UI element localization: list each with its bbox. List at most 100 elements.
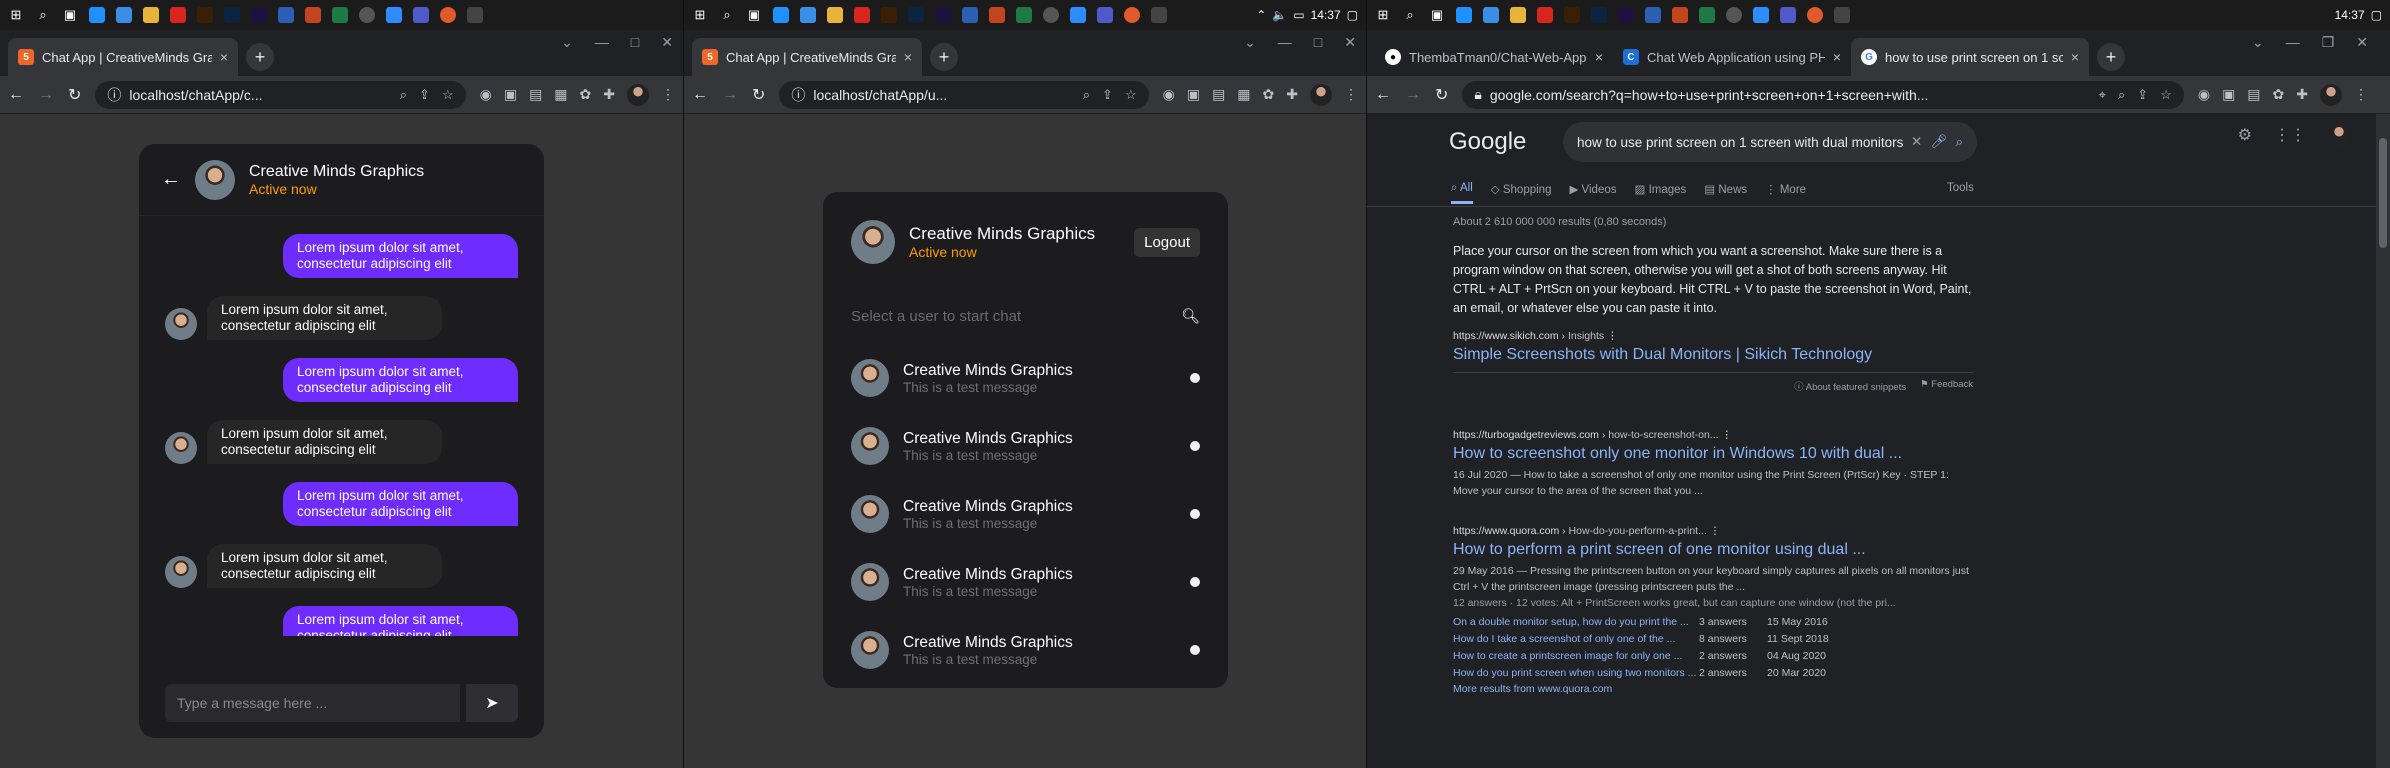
more-options-icon[interactable]: ⋮	[1721, 429, 1732, 441]
back-icon[interactable]: ←	[1375, 86, 1391, 104]
premiere-icon[interactable]	[1614, 4, 1638, 26]
store-icon[interactable]	[796, 4, 820, 26]
send-button[interactable]: ➤	[466, 684, 518, 722]
maximize-icon[interactable]: □	[1314, 34, 1322, 51]
windows-start-icon[interactable]: ⊞	[4, 4, 28, 26]
apps-grid-icon[interactable]: ⋮⋮	[2274, 125, 2306, 145]
reload-icon[interactable]: ↻	[1435, 85, 1448, 105]
lock-icon[interactable]: ▣	[504, 86, 517, 103]
tools-button[interactable]: Tools	[1947, 182, 1974, 194]
tab-videos[interactable]: ▶ Videos	[1569, 182, 1616, 204]
account-avatar[interactable]	[2328, 124, 2350, 146]
tab-google-search[interactable]: G how to use print screen on 1 scre ×	[1851, 38, 2089, 76]
share-icon[interactable]: ⇪	[1102, 87, 1113, 103]
extension-icon[interactable]: ▤	[2247, 86, 2260, 103]
teams-icon[interactable]	[409, 4, 433, 26]
tab-chat-app[interactable]: 5 Chat App | CreativeMinds Graphics ×	[692, 38, 922, 76]
app-icon[interactable]	[1120, 4, 1144, 26]
forward-icon[interactable]: →	[38, 86, 54, 104]
puzzle-icon[interactable]: ✚	[1286, 86, 1298, 103]
close-icon[interactable]: ×	[2071, 49, 2079, 65]
photoshop-icon[interactable]	[904, 4, 928, 26]
star-icon[interactable]: ☆	[442, 87, 454, 103]
folder-icon[interactable]	[139, 4, 163, 26]
volume-icon[interactable]: 🔈	[1272, 8, 1287, 22]
illustrator-icon[interactable]	[1560, 4, 1584, 26]
extension-icon[interactable]: ▦	[1237, 86, 1250, 103]
search-icon[interactable]: ⌕	[400, 87, 407, 103]
edge-icon[interactable]	[85, 4, 109, 26]
feedback-link[interactable]: ⚑ Feedback	[1920, 379, 1973, 393]
logout-button[interactable]: Logout	[1134, 227, 1200, 257]
extension-icon[interactable]: ◉	[1163, 86, 1175, 103]
star-icon[interactable]: ☆	[1125, 87, 1137, 103]
tab-shopping[interactable]: ◇ Shopping	[1491, 182, 1552, 204]
windows-start-icon[interactable]: ⊞	[1371, 4, 1395, 26]
tab-more[interactable]: ⋮ More	[1765, 182, 1806, 204]
profile-avatar[interactable]	[627, 83, 649, 106]
search-icon[interactable]: ⌕	[715, 4, 739, 26]
illustrator-icon[interactable]	[193, 4, 217, 26]
app-icon[interactable]	[1830, 4, 1854, 26]
edge-icon[interactable]	[769, 4, 793, 26]
close-icon[interactable]: ×	[1833, 49, 1841, 65]
user-list-item[interactable]: Creative Minds Graphics This is a test me…	[851, 548, 1200, 616]
menu-icon[interactable]: ⋮	[661, 86, 675, 103]
new-tab-button[interactable]: +	[2097, 43, 2125, 71]
task-view-icon[interactable]: ▣	[742, 4, 766, 26]
share-icon[interactable]: ⇪	[419, 87, 430, 103]
close-icon[interactable]: ×	[1595, 49, 1603, 65]
task-view-icon[interactable]: ▣	[1425, 4, 1449, 26]
related-question-row[interactable]: How do I take a screenshot of only one o…	[1453, 630, 1973, 647]
app-icon[interactable]	[463, 4, 487, 26]
excel-icon[interactable]	[1012, 4, 1036, 26]
google-logo[interactable]: Google	[1449, 128, 1526, 156]
settings-gear-icon[interactable]: ⚙	[2238, 125, 2252, 145]
word-icon[interactable]	[1641, 4, 1665, 26]
more-results-link[interactable]: More results from www.quora.com	[1453, 683, 1973, 695]
teams-icon[interactable]	[1776, 4, 1800, 26]
close-icon[interactable]: ✕	[2356, 34, 2368, 51]
scrollbar-thumb[interactable]	[2379, 138, 2387, 248]
menu-icon[interactable]: ⋮	[2354, 86, 2368, 103]
powerpoint-icon[interactable]	[301, 4, 325, 26]
reload-icon[interactable]: ↻	[752, 85, 765, 105]
new-tab-button[interactable]: +	[246, 43, 274, 71]
search-icon[interactable]: ⌕	[1398, 4, 1422, 26]
folder-icon[interactable]	[1506, 4, 1530, 26]
extension-icon[interactable]: ▦	[554, 86, 567, 103]
zoom-icon[interactable]	[1066, 4, 1090, 26]
maximize-icon[interactable]: ❐	[2322, 34, 2335, 51]
excel-icon[interactable]	[328, 4, 352, 26]
result-title[interactable]: How to perform a print screen of one mon…	[1453, 541, 1973, 559]
acrobat-icon[interactable]	[850, 4, 874, 26]
teams-icon[interactable]	[1093, 4, 1117, 26]
app-icon[interactable]	[436, 4, 460, 26]
app-icon[interactable]	[1039, 4, 1063, 26]
photoshop-icon[interactable]	[1587, 4, 1611, 26]
address-bar[interactable]: ⓘ localhost/chatApp/u... ⌕ ⇪ ☆	[779, 80, 1149, 109]
task-view-icon[interactable]: ▣	[58, 4, 82, 26]
extension-icon[interactable]: ✿	[2273, 86, 2285, 103]
powerpoint-icon[interactable]	[985, 4, 1009, 26]
share-icon[interactable]: ⇪	[2137, 87, 2148, 103]
acrobat-icon[interactable]	[166, 4, 190, 26]
tab-codeastro[interactable]: C Chat Web Application using PHP ×	[1613, 38, 1851, 76]
user-list-item[interactable]: Creative Minds Graphics This is a test me…	[851, 412, 1200, 480]
lock-icon[interactable]: ▣	[2222, 86, 2235, 103]
result-cite[interactable]: https://turbogadgetreviews.com › how-to-…	[1453, 429, 1973, 441]
search-icon[interactable]: ⌕	[1083, 87, 1090, 103]
google-search-box[interactable]: how to use print screen on 1 screen with…	[1563, 122, 1977, 162]
related-question-link[interactable]: On a double monitor setup, how do you pr…	[1453, 616, 1699, 628]
word-icon[interactable]	[958, 4, 982, 26]
star-icon[interactable]: ☆	[2160, 87, 2172, 103]
search-query[interactable]: how to use print screen on 1 screen with…	[1577, 135, 1903, 150]
more-options-icon[interactable]: ⋮	[1607, 330, 1618, 342]
zoom-icon[interactable]	[382, 4, 406, 26]
search-icon[interactable]: ⌕	[1955, 134, 1963, 150]
chevron-up-icon[interactable]: ⌃	[1256, 8, 1266, 22]
close-icon[interactable]: ✕	[661, 34, 673, 51]
back-icon[interactable]: ←	[8, 86, 24, 104]
scrollbar[interactable]	[2376, 114, 2390, 768]
back-arrow-icon[interactable]: ←	[161, 168, 181, 191]
